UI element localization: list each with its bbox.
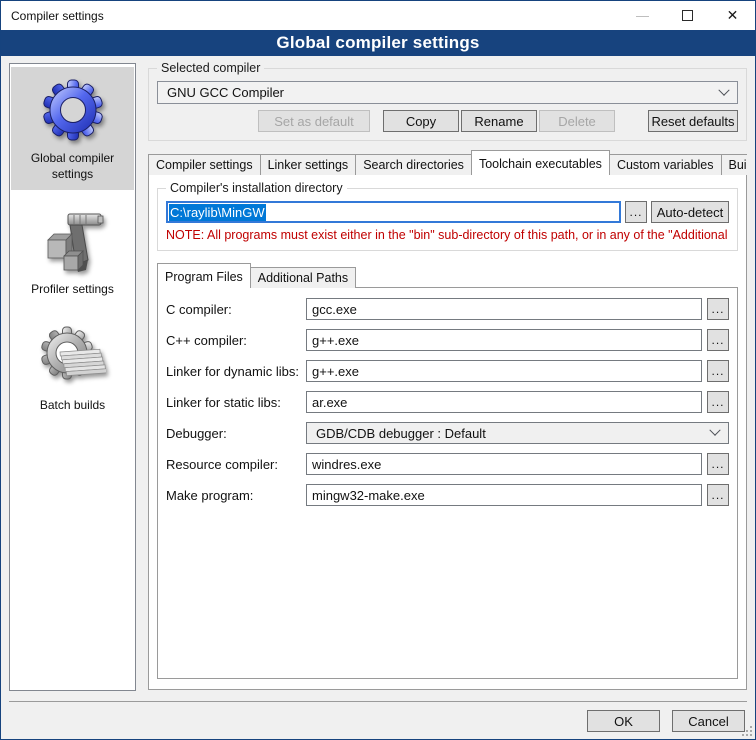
tab-build-options[interactable]: Build (721, 154, 747, 175)
sidebar-item-label: Global compiler settings (13, 151, 132, 182)
minimize-icon: — (636, 8, 649, 23)
browse-resource-compiler-button[interactable]: ... (707, 453, 729, 475)
auto-detect-button[interactable]: Auto-detect (651, 201, 729, 223)
tab-custom-variables[interactable]: Custom variables (609, 154, 722, 175)
make-program-input[interactable] (306, 484, 702, 506)
cancel-button[interactable]: Cancel (672, 710, 745, 732)
settings-tabbar: Compiler settings Linker settings Search… (148, 150, 747, 175)
installation-directory-input[interactable]: C:\raylib\MinGW (166, 201, 621, 223)
close-icon: ✕ (727, 7, 739, 24)
close-button[interactable]: ✕ (710, 1, 755, 30)
field-label: C++ compiler: (166, 333, 306, 348)
gear-stack-icon (39, 323, 107, 391)
tab-program-files[interactable]: Program Files (157, 263, 251, 288)
settings-category-list: Global compiler settings (9, 63, 136, 691)
minimize-button[interactable]: — (620, 1, 665, 30)
maximize-button[interactable] (665, 1, 710, 30)
field-label: Debugger: (166, 426, 306, 441)
field-label: Linker for static libs: (166, 395, 306, 410)
browse-make-program-button[interactable]: ... (707, 484, 729, 506)
tab-linker-settings[interactable]: Linker settings (260, 154, 357, 175)
sidebar-item-label: Batch builds (40, 398, 105, 414)
form-row-make-program: Make program: ... (166, 484, 729, 506)
program-files-tabbar: Program Files Additional Paths (157, 263, 738, 288)
toolchain-executables-panel: Compiler's installation directory C:\ray… (148, 174, 747, 690)
sidebar-item-batch-builds[interactable]: Batch builds (11, 314, 134, 422)
form-row-static-linker: Linker for static libs: ... (166, 391, 729, 413)
copy-button[interactable]: Copy (383, 110, 459, 132)
blue-gear-icon (39, 76, 107, 144)
installation-directory-group: Compiler's installation directory C:\ray… (157, 188, 738, 251)
selected-compiler-group: Selected compiler GNU GCC Compiler Set a… (148, 68, 747, 141)
field-label: Make program: (166, 488, 306, 503)
caliper-icon (39, 207, 107, 275)
browse-c-compiler-button[interactable]: ... (707, 298, 729, 320)
selected-text: C:\raylib\MinGW (169, 204, 266, 221)
delete-button[interactable]: Delete (539, 110, 615, 132)
group-label: Selected compiler (157, 61, 264, 75)
c-compiler-input[interactable] (306, 298, 702, 320)
compiler-select-value: GNU GCC Compiler (167, 85, 720, 100)
debugger-select[interactable]: GDB/CDB debugger : Default (306, 422, 729, 444)
compiler-select[interactable]: GNU GCC Compiler (157, 81, 738, 104)
set-as-default-button[interactable]: Set as default (258, 110, 370, 132)
chevron-down-icon (718, 84, 729, 95)
field-label: Resource compiler: (166, 457, 306, 472)
tab-search-directories[interactable]: Search directories (355, 154, 472, 175)
form-row-c-compiler: C compiler: ... (166, 298, 729, 320)
form-row-resource-compiler: Resource compiler: ... (166, 453, 729, 475)
sidebar-item-profiler-settings[interactable]: Profiler settings (11, 198, 134, 306)
sidebar-item-label: Profiler settings (31, 282, 114, 298)
tab-compiler-settings[interactable]: Compiler settings (148, 154, 261, 175)
field-label: Linker for dynamic libs: (166, 364, 306, 379)
sidebar-item-global-compiler-settings[interactable]: Global compiler settings (11, 67, 134, 190)
titlebar: Compiler settings — ✕ (1, 1, 755, 30)
page-title: Global compiler settings (1, 30, 755, 56)
tab-additional-paths[interactable]: Additional Paths (250, 267, 356, 288)
debugger-select-value: GDB/CDB debugger : Default (316, 426, 711, 441)
resize-grip[interactable] (742, 726, 753, 737)
tab-toolchain-executables[interactable]: Toolchain executables (471, 150, 610, 175)
ok-button[interactable]: OK (587, 710, 660, 732)
static-linker-input[interactable] (306, 391, 702, 413)
compiler-settings-dialog: Compiler settings — ✕ Global compiler se… (0, 0, 756, 740)
chevron-down-icon (709, 425, 720, 436)
dynamic-linker-input[interactable] (306, 360, 702, 382)
dialog-footer: OK Cancel (1, 690, 755, 739)
form-row-cpp-compiler: C++ compiler: ... (166, 329, 729, 351)
window-title: Compiler settings (1, 9, 620, 23)
note-text: NOTE: All programs must exist either in … (166, 228, 729, 242)
browse-static-linker-button[interactable]: ... (707, 391, 729, 413)
field-label: C compiler: (166, 302, 306, 317)
browse-cpp-compiler-button[interactable]: ... (707, 329, 729, 351)
form-row-debugger: Debugger: GDB/CDB debugger : Default (166, 422, 729, 444)
rename-button[interactable]: Rename (461, 110, 537, 132)
browse-directory-button[interactable]: ... (625, 201, 647, 223)
maximize-icon (682, 10, 693, 21)
browse-dynamic-linker-button[interactable]: ... (707, 360, 729, 382)
reset-defaults-button[interactable]: Reset defaults (648, 110, 738, 132)
cpp-compiler-input[interactable] (306, 329, 702, 351)
program-files-panel: C compiler: ... C++ compiler: ... Linker… (157, 287, 738, 679)
form-row-dynamic-linker: Linker for dynamic libs: ... (166, 360, 729, 382)
group-label: Compiler's installation directory (166, 181, 347, 195)
resource-compiler-input[interactable] (306, 453, 702, 475)
